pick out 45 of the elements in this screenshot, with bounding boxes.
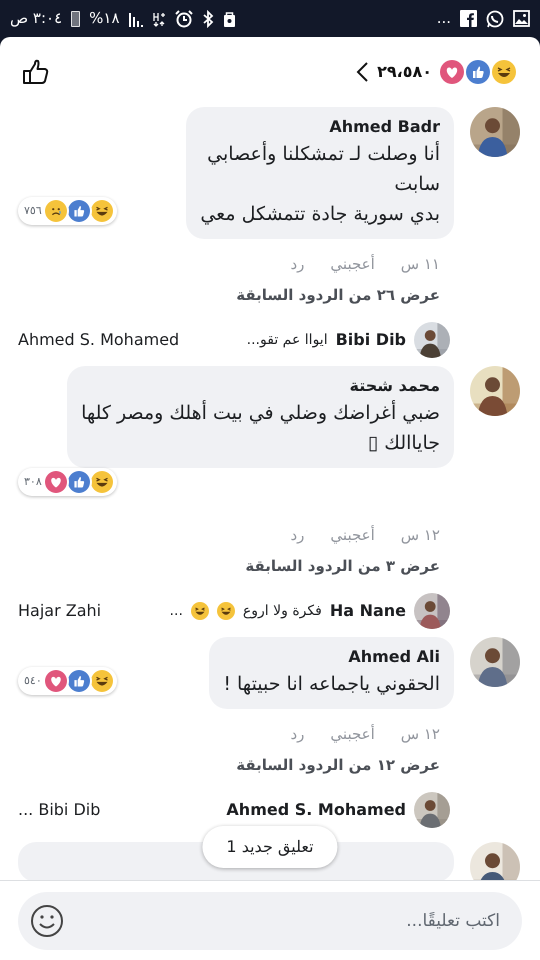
- comment-text: ضبي أغراضك وضلي في بيت أهلك ومصر كلها جاياالك ▯: [81, 399, 440, 456]
- reactions-summary[interactable]: ٣٠٨: [18, 468, 117, 496]
- view-previous-replies-link[interactable]: عرض ١٢ من الردود السابقة: [236, 746, 454, 776]
- reaction-count: ٧٥٦: [24, 202, 43, 219]
- image-icon: [513, 10, 530, 27]
- timestamp: ١١ س: [400, 254, 440, 275]
- chat-bubble-icon: [486, 10, 504, 28]
- reply-author[interactable]: Bibi Dib: [336, 328, 406, 352]
- alarm-icon: [174, 10, 193, 28]
- comment-bubble[interactable]: محمد شحتة ضبي أغراضك وضلي في بيت أهلك ومصر كلها جاياالك ▯: [67, 366, 454, 468]
- ellipsis-text: ...: [170, 602, 183, 620]
- comment-input[interactable]: اكتب تعليقًا...: [18, 892, 522, 950]
- facebook-icon: [460, 10, 477, 27]
- view-previous-replies-link[interactable]: عرض ٣ من الردود السابقة: [245, 546, 454, 577]
- network-type-icon: [152, 10, 166, 26]
- reaction-count: ٣٠٨: [24, 474, 43, 490]
- timestamp: ١٢ س: [400, 525, 440, 546]
- more-notifications-text: ...: [436, 8, 451, 30]
- clock-text: ٣:٠٤ ص: [10, 8, 62, 30]
- reply-snippet: فكرة ولا اروع: [242, 602, 322, 620]
- reply-author[interactable]: Hajar Zahi: [18, 599, 102, 623]
- battery-icon: [71, 10, 80, 26]
- reply-author[interactable]: Bibi Dib ...: [18, 798, 100, 822]
- comment-author[interactable]: Ahmed Ali: [223, 645, 440, 669]
- new-comments-toast[interactable]: 1 تعليق جديد: [202, 826, 338, 868]
- comment-author[interactable]: Ahmed Badr: [200, 115, 440, 139]
- reply-author[interactable]: Ahmed S. Mohamed: [226, 798, 406, 822]
- signal-icon: [128, 10, 144, 26]
- bluetooth-icon: [202, 10, 214, 28]
- timestamp: ١٢ س: [400, 724, 440, 745]
- reply-author[interactable]: Ahmed S. Mohamed: [18, 328, 180, 352]
- lock-icon: [222, 10, 236, 28]
- reply-author[interactable]: Ha Nane: [330, 599, 406, 623]
- reactions-summary[interactable]: ٥٤٠: [18, 667, 117, 695]
- emoji-icon[interactable]: [30, 904, 64, 938]
- reply-snippet: ايواا عم تقو...: [246, 330, 328, 350]
- thumbs-up-icon: [22, 59, 50, 85]
- comment-text: أنا وصلت لـ تمشكلنا وأعصابي سابت بدي سورية جادة تتمشكل معي: [200, 140, 440, 227]
- reactions-summary[interactable]: ٧٥٦: [18, 197, 117, 225]
- view-previous-replies-link[interactable]: عرض ٢٦ من الردود السابقة: [236, 276, 454, 306]
- reaction-count[interactable]: ٢٩،٥٨٠: [377, 60, 432, 84]
- comment-author[interactable]: محمد شحتة: [81, 374, 440, 398]
- comment-text: الحقوني ياجماعه انا حبيتها !: [223, 672, 440, 697]
- reaction-count: ٥٤٠: [24, 672, 43, 689]
- battery-percent: %١٨: [89, 8, 120, 30]
